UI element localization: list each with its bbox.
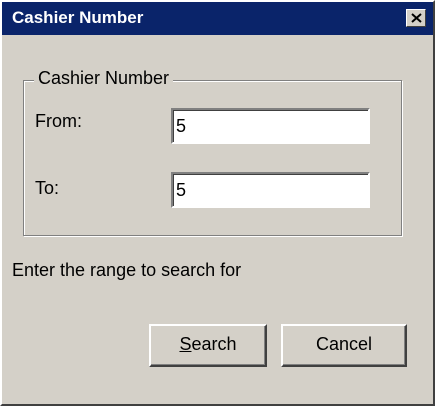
- cancel-button[interactable]: Cancel: [281, 324, 407, 367]
- close-button[interactable]: [406, 9, 426, 27]
- close-icon: [411, 13, 422, 23]
- to-field[interactable]: [171, 172, 370, 208]
- to-label: To:: [35, 178, 60, 198]
- from-field[interactable]: [171, 108, 370, 144]
- instruction-text: Enter the range to search for: [12, 260, 242, 280]
- window-title: Cashier Number: [12, 8, 144, 27]
- group-legend: Cashier Number: [34, 68, 174, 89]
- dialog-window: Cashier Number Cashier Number From: To: …: [0, 0, 435, 406]
- title-bar[interactable]: Cashier Number: [2, 2, 433, 35]
- search-button[interactable]: Search: [149, 324, 267, 367]
- search-label-rest: earch: [191, 334, 237, 354]
- cashier-number-group: [23, 80, 402, 236]
- search-mnemonic: S: [179, 334, 192, 354]
- from-label: From:: [35, 111, 82, 131]
